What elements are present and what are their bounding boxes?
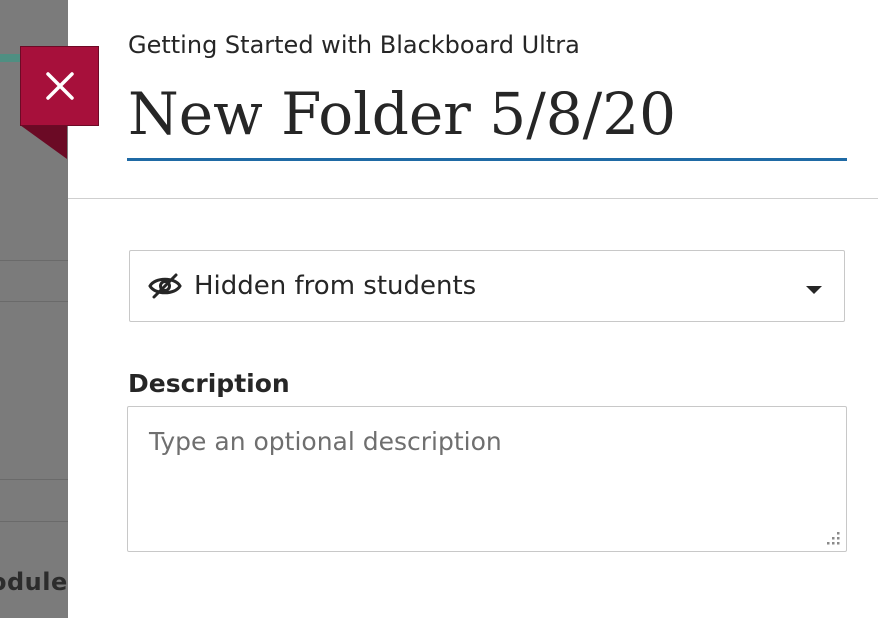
close-icon xyxy=(45,72,74,100)
folder-settings-panel: Getting Started with Blackboard Ultra Ne… xyxy=(68,0,878,618)
background-divider xyxy=(0,521,68,522)
header-divider xyxy=(68,198,878,199)
background-module-text: odule xyxy=(0,568,68,596)
eye-slash-icon xyxy=(148,272,182,300)
close-button-tab-shadow xyxy=(20,125,67,159)
course-title: Getting Started with Blackboard Ultra xyxy=(128,31,580,59)
visibility-label: Hidden from students xyxy=(194,271,477,301)
background-divider xyxy=(0,260,68,261)
visibility-dropdown[interactable]: Hidden from students xyxy=(129,250,845,322)
description-label: Description xyxy=(128,369,290,398)
title-underline xyxy=(127,158,847,161)
close-panel-button[interactable] xyxy=(20,46,99,126)
folder-title-input[interactable]: New Folder 5/8/20 xyxy=(128,80,847,150)
description-placeholder: Type an optional description xyxy=(149,427,502,456)
background-divider xyxy=(0,479,68,480)
description-textarea[interactable]: Type an optional description xyxy=(127,406,847,552)
background-accent-bar xyxy=(0,54,22,62)
resize-grip-icon[interactable] xyxy=(825,530,841,546)
chevron-down-icon xyxy=(806,286,822,294)
background-divider xyxy=(0,301,68,302)
